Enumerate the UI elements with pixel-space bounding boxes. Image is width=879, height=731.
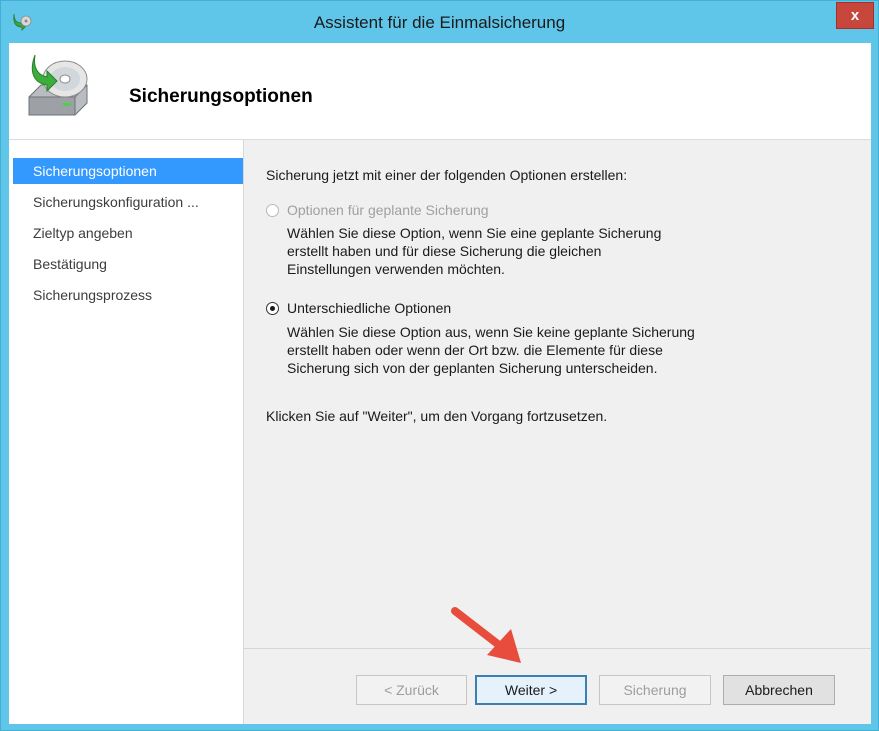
- wizard-client-area: Sicherungsoptionen Sicherungsoptionen Si…: [9, 43, 871, 724]
- option-different-description: Wählen Sie diese Option aus, wenn Sie ke…: [287, 323, 807, 377]
- backup-drive-icon: [28, 54, 88, 116]
- back-button[interactable]: < Zurück: [356, 675, 467, 705]
- description-line: Wählen Sie diese Option aus, wenn Sie ke…: [287, 324, 695, 340]
- next-button[interactable]: Weiter >: [475, 675, 587, 705]
- backup-button[interactable]: Sicherung: [599, 675, 711, 705]
- wizard-step-list: Sicherungsoptionen Sicherungskonfigurati…: [9, 140, 244, 724]
- intro-text: Sicherung jetzt mit einer der folgenden …: [266, 167, 628, 183]
- option-scheduled-description: Wählen Sie diese Option, wenn Sie eine g…: [287, 224, 807, 278]
- wizard-window: Assistent für die Einmalsicherung x Sich…: [0, 0, 879, 731]
- close-icon: x: [850, 7, 860, 24]
- page-title: Sicherungsoptionen: [129, 86, 313, 107]
- button-divider: [244, 648, 871, 649]
- window-title: Assistent für die Einmalsicherung: [313, 13, 566, 32]
- step-item-sicherungsoptionen[interactable]: Sicherungsoptionen: [13, 158, 243, 184]
- continue-hint: Klicken Sie auf "Weiter", um den Vorgang…: [266, 408, 608, 424]
- radio-button-icon[interactable]: [266, 203, 279, 217]
- description-line: erstellt haben und für diese Sicherung d…: [287, 243, 602, 259]
- description-line: erstellt haben oder wenn der Ort bzw. di…: [287, 342, 663, 358]
- description-line: Sicherung sich von der geplanten Sicheru…: [287, 360, 658, 376]
- step-item-bestaetigung[interactable]: Bestätigung: [13, 251, 243, 277]
- annotation-arrow-icon: [451, 607, 521, 663]
- option-different-label: Unterschiedliche Optionen: [287, 300, 452, 316]
- option-different-radio[interactable]: Unterschiedliche Optionen: [266, 300, 451, 316]
- description-line: Einstellungen verwenden möchten.: [287, 261, 505, 277]
- radio-selected-dot: [270, 305, 275, 311]
- close-button[interactable]: x: [836, 2, 874, 29]
- description-line: Wählen Sie diese Option, wenn Sie eine g…: [287, 225, 662, 241]
- option-scheduled-label: Optionen für geplante Sicherung: [287, 202, 489, 218]
- title-bar[interactable]: Assistent für die Einmalsicherung x: [1, 1, 878, 43]
- cancel-button[interactable]: Abbrechen: [723, 675, 835, 705]
- step-item-zieltyp[interactable]: Zieltyp angeben: [13, 220, 243, 246]
- radio-button-icon[interactable]: [266, 301, 279, 315]
- wizard-content: Sicherung jetzt mit einer der folgenden …: [244, 140, 871, 724]
- step-item-sicherungsprozess[interactable]: Sicherungsprozess: [13, 282, 243, 308]
- option-scheduled-radio[interactable]: Optionen für geplante Sicherung: [266, 202, 489, 218]
- step-item-sicherungskonfiguration[interactable]: Sicherungskonfiguration ...: [13, 189, 243, 215]
- wizard-header: Sicherungsoptionen: [9, 43, 871, 140]
